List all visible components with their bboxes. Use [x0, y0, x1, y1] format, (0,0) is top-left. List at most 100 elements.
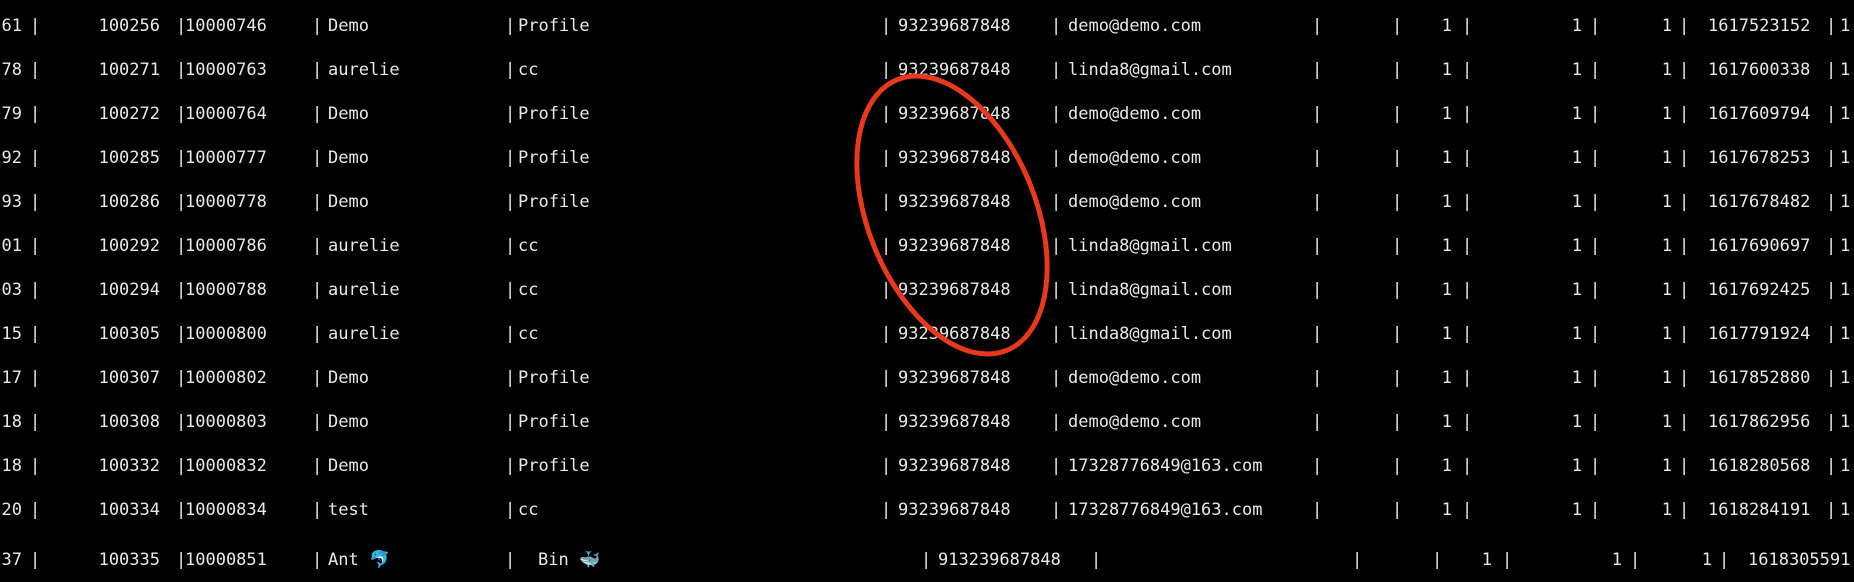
col-first-name: aurelie	[328, 324, 400, 344]
column-separator: |	[1590, 368, 1601, 388]
col-created: 1618280568	[1708, 456, 1811, 476]
column-separator: |	[1312, 368, 1323, 388]
column-separator: |	[30, 280, 41, 300]
column-separator: |	[1590, 280, 1601, 300]
column-separator: |	[1392, 104, 1403, 124]
col-flag-a: 1	[1441, 324, 1452, 344]
column-separator: |	[30, 16, 41, 36]
col-id: 93	[1, 192, 22, 212]
column-separator: |	[1051, 368, 1062, 388]
col-user-id: 100272	[98, 104, 160, 124]
column-separator: |	[30, 236, 41, 256]
column-separator: |	[1392, 324, 1403, 344]
column-separator: |	[1679, 60, 1690, 80]
column-separator: |	[881, 368, 892, 388]
col-flag-b: 1	[1571, 324, 1582, 344]
column-separator: |	[1462, 192, 1473, 212]
column-separator: |	[1312, 412, 1323, 432]
column-separator: |	[1679, 280, 1690, 300]
col-created: 1617600338	[1708, 60, 1811, 80]
column-separator: |	[1719, 550, 1730, 570]
column-separator: |	[1462, 412, 1473, 432]
col-phone: 93239687848	[898, 280, 1011, 300]
column-separator: |	[505, 280, 516, 300]
col-email: linda8@gmail.com	[1068, 236, 1232, 256]
col-first-name: Demo	[328, 104, 369, 124]
col-flag-c: 1	[1661, 280, 1672, 300]
col-email: demo@demo.com	[1068, 16, 1202, 36]
col-phone: 93239687848	[898, 60, 1011, 80]
column-separator: |	[1312, 236, 1323, 256]
column-separator: |	[505, 368, 516, 388]
col-created: 1618305591	[1748, 550, 1851, 570]
column-separator: |	[30, 368, 41, 388]
column-separator: |	[1590, 104, 1601, 124]
column-separator: |	[312, 324, 323, 344]
column-separator: |	[1826, 456, 1837, 476]
column-separator: |	[505, 16, 516, 36]
column-separator: |	[881, 192, 892, 212]
column-separator: |	[1826, 324, 1837, 344]
col-email: 17328776849@163.com	[1068, 456, 1263, 476]
col-id: 78	[1, 60, 22, 80]
column-separator: |	[505, 236, 516, 256]
col-flag-c: 1	[1661, 500, 1672, 520]
col-id: 15	[1, 324, 22, 344]
col-first-name: Demo	[328, 456, 369, 476]
column-separator: |	[30, 550, 41, 570]
col-flag-c: 1	[1661, 60, 1672, 80]
col-account: 10000803	[185, 412, 267, 432]
column-separator: |	[1051, 324, 1062, 344]
table-row: | | | | | | | | | | | | 18 100332 10000832 Demo Profile 9…	[0, 444, 1854, 488]
column-separator: |	[1051, 500, 1062, 520]
column-separator: |	[1312, 500, 1323, 520]
col-tail: 1	[1840, 104, 1851, 124]
col-flag-b: 1	[1571, 500, 1582, 520]
column-separator: |	[1312, 192, 1323, 212]
column-separator: |	[1679, 236, 1690, 256]
column-separator: |	[1826, 104, 1837, 124]
col-created: 1617678482	[1708, 192, 1811, 212]
column-separator: |	[1392, 148, 1403, 168]
col-created: 1617862956	[1708, 412, 1811, 432]
column-separator: |	[1051, 192, 1062, 212]
col-created: 1617791924	[1708, 324, 1811, 344]
column-separator: |	[1392, 16, 1403, 36]
col-account: 10000834	[185, 500, 267, 520]
column-separator: |	[1392, 500, 1403, 520]
col-flag-a: 1	[1441, 412, 1452, 432]
col-phone: 93239687848	[898, 324, 1011, 344]
col-flag-c: 1	[1661, 192, 1672, 212]
col-tail: 1	[1840, 192, 1851, 212]
column-separator: |	[312, 368, 323, 388]
column-separator: |	[881, 16, 892, 36]
col-account: 10000778	[185, 192, 267, 212]
col-first-name: aurelie	[328, 236, 400, 256]
col-flag-a: 1	[1441, 148, 1452, 168]
column-separator: |	[30, 148, 41, 168]
column-separator: |	[312, 500, 323, 520]
column-separator: |	[1312, 324, 1323, 344]
column-separator: |	[1679, 412, 1690, 432]
column-separator: |	[1590, 60, 1601, 80]
col-created: 1617852880	[1708, 368, 1811, 388]
column-separator: |	[312, 456, 323, 476]
col-flag-b: 1	[1571, 148, 1582, 168]
column-separator: |	[1590, 236, 1601, 256]
col-flag-c: 1	[1661, 456, 1672, 476]
col-last-name: cc	[518, 500, 539, 520]
column-separator: |	[881, 456, 892, 476]
col-user-id: 100271	[98, 60, 160, 80]
col-email: demo@demo.com	[1068, 148, 1202, 168]
column-separator: |	[1679, 368, 1690, 388]
col-email: 17328776849@163.com	[1068, 500, 1263, 520]
column-separator: |	[1826, 60, 1837, 80]
column-separator: |	[1462, 324, 1473, 344]
col-tail: 1	[1840, 324, 1851, 344]
col-flag-c: 1	[1661, 16, 1672, 36]
column-separator: |	[1462, 280, 1473, 300]
column-separator: |	[1590, 324, 1601, 344]
column-separator: |	[1392, 192, 1403, 212]
column-separator: |	[1590, 148, 1601, 168]
col-user-id: 100335	[98, 550, 160, 570]
